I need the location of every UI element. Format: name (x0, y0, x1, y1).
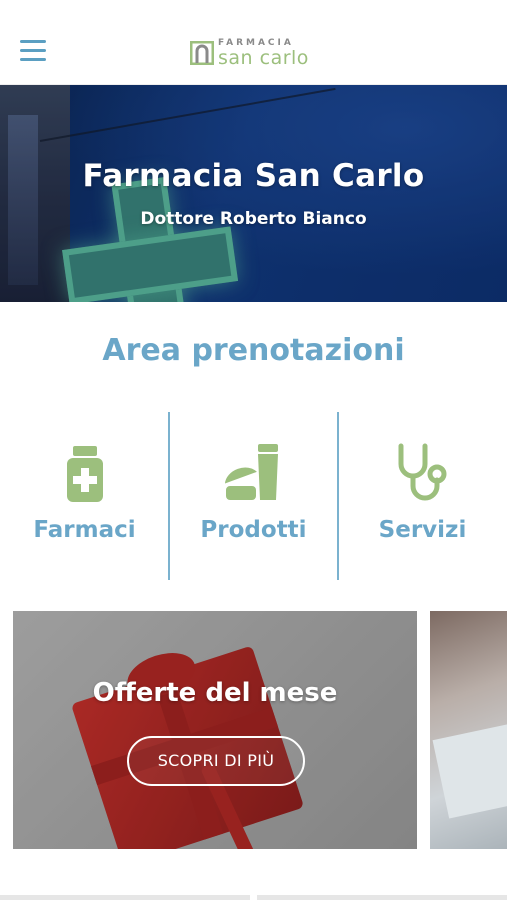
hamburger-menu-icon[interactable] (20, 40, 48, 62)
cosmetic-products-icon (224, 444, 278, 500)
category-servizi[interactable]: Servizi (338, 412, 507, 580)
next-card-preview[interactable] (430, 611, 507, 849)
category-label-prodotti: Prodotti (200, 517, 307, 543)
hero-title: Farmacia San Carlo (82, 158, 425, 194)
discover-more-button[interactable]: SCOPRI DI PIÙ (127, 736, 305, 786)
app-header: FARMACIA san carlo (0, 0, 507, 85)
category-prodotti[interactable]: Prodotti (169, 412, 338, 580)
logo-main-text: san carlo (218, 47, 309, 69)
booking-area-title: Area prenotazioni (102, 333, 405, 368)
category-farmaci[interactable]: Farmaci (0, 412, 169, 580)
medicine-bottle-icon (66, 446, 103, 502)
category-label-servizi: Servizi (378, 517, 467, 543)
logo-mark-icon (190, 41, 214, 65)
bottom-separator (0, 895, 507, 900)
pharmacy-logo[interactable]: FARMACIA san carlo (190, 38, 322, 70)
hero-subtitle: Dottore Roberto Bianco (140, 209, 367, 229)
stethoscope-icon (398, 443, 446, 501)
category-label-farmaci: Farmaci (33, 517, 136, 543)
offers-card-title: Offerte del mese (92, 678, 338, 708)
offers-card[interactable] (13, 611, 417, 849)
